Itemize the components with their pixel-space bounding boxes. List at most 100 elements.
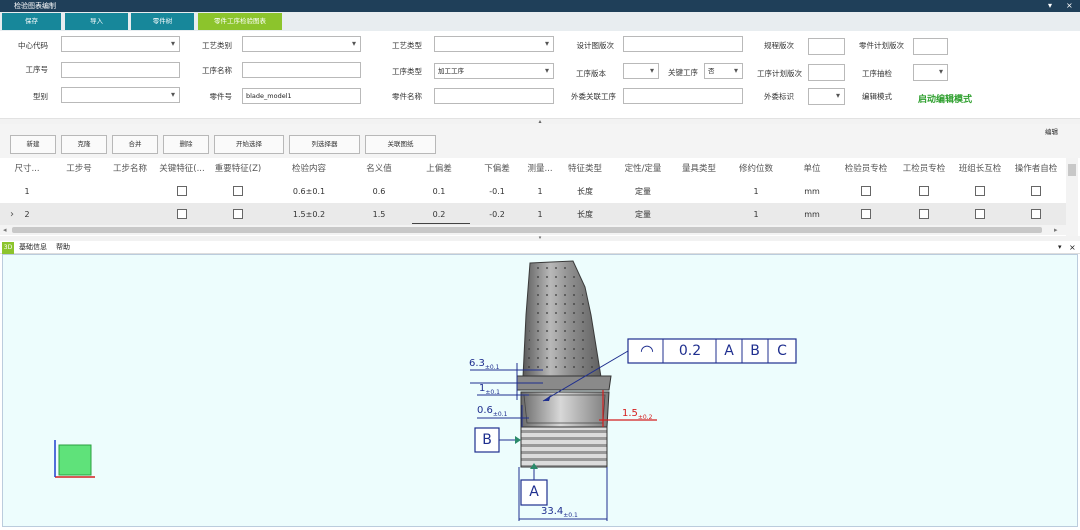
op-version-select[interactable] [623, 63, 659, 79]
column-header[interactable]: 班组长互检 [952, 158, 1008, 180]
table-cell[interactable]: -0.1 [468, 180, 526, 203]
column-header[interactable]: 关键特征(... [156, 158, 208, 180]
center-code-select[interactable] [61, 36, 180, 52]
column-header[interactable]: 操作者自检 [1008, 158, 1064, 180]
table-row[interactable]: 1 0.6±0.1 0.6 0.1 -0.1 1 长度 定量 1 mm [0, 180, 1066, 203]
table-cell[interactable] [670, 203, 728, 226]
scroll-right-icon[interactable]: ▸ [1054, 225, 1058, 235]
row-checkbox[interactable] [975, 209, 985, 219]
tab-basic-info[interactable]: 基础信息 [19, 241, 47, 254]
column-header[interactable]: 名义值 [350, 158, 408, 180]
process-category-select[interactable] [242, 36, 361, 52]
column-header[interactable]: 尺寸... [2, 158, 52, 180]
table-cell[interactable]: 1.5±0.2 [268, 203, 350, 226]
table-cell[interactable]: 1 [728, 180, 784, 203]
grid-horizontal-scrollbar[interactable]: ◂ ▸ [0, 225, 1066, 235]
grid-vertical-scrollbar[interactable] [1066, 158, 1078, 236]
scroll-left-icon[interactable]: ◂ [3, 225, 7, 235]
row-checkbox[interactable] [919, 209, 929, 219]
table-cell[interactable]: -0.2 [468, 203, 526, 226]
start-select-button[interactable]: 开始选择 [214, 135, 284, 154]
table-row[interactable]: › 2 1.5±0.2 1.5 0.2 -0.2 1 长度 定量 1 mm [0, 203, 1066, 226]
column-header[interactable]: 定性/定量 [614, 158, 672, 180]
column-header[interactable]: 重要特征(Z) [210, 158, 266, 180]
tab-3d[interactable]: 3D [2, 242, 14, 254]
row-checkbox[interactable] [919, 186, 929, 196]
column-header[interactable]: 工检员专检 [896, 158, 952, 180]
column-header[interactable]: 量具类型 [670, 158, 728, 180]
op-type-select[interactable]: 加工工序 [434, 63, 554, 79]
link-drawing-button[interactable]: 关联图纸 [365, 135, 436, 154]
row-checkbox[interactable] [1031, 186, 1041, 196]
clone-button[interactable]: 克隆 [61, 135, 107, 154]
op-name-field[interactable] [242, 62, 361, 78]
table-cell[interactable]: 0.6±0.1 [268, 180, 350, 203]
row-checkbox[interactable] [177, 209, 187, 219]
table-cell[interactable]: 1 [728, 203, 784, 226]
row-checkbox[interactable] [233, 186, 243, 196]
start-edit-mode-link[interactable]: 启动编辑模式 [918, 92, 972, 105]
tab-help[interactable]: 帮助 [56, 241, 70, 254]
new-button[interactable]: 新建 [10, 135, 56, 154]
table-cell[interactable]: 长度 [558, 203, 612, 226]
close-icon[interactable]: × [1066, 0, 1073, 12]
column-header[interactable]: 单位 [786, 158, 838, 180]
delete-button[interactable]: 删除 [163, 135, 209, 154]
minimize-icon[interactable]: ▾ [1048, 0, 1052, 12]
table-cell[interactable] [104, 180, 156, 203]
row-checkbox[interactable] [861, 209, 871, 219]
3d-viewport[interactable]: ◠ 0.2 A B C 6.3±0.1 1±0.1 0.6±0.1 1.5±0.… [2, 254, 1078, 527]
table-cell[interactable]: 0.6 [350, 180, 408, 203]
merge-button[interactable]: 合并 [112, 135, 158, 154]
op-sampling-select[interactable] [913, 64, 948, 81]
column-header[interactable]: 特征类型 [558, 158, 612, 180]
row-checkbox[interactable] [177, 186, 187, 196]
part-name-field[interactable] [434, 88, 554, 104]
tab-op-inspection[interactable]: 零件工序检验图表 [198, 13, 282, 30]
table-cell[interactable]: 2 [2, 203, 52, 226]
table-cell[interactable] [670, 180, 728, 203]
table-cell[interactable]: mm [786, 180, 838, 203]
table-cell[interactable]: 1 [522, 180, 558, 203]
pane-close-icon[interactable]: × [1069, 241, 1076, 254]
table-cell[interactable] [56, 180, 102, 203]
table-cell[interactable] [104, 203, 156, 226]
part-no-field[interactable]: blade_model1 [242, 88, 361, 104]
table-cell[interactable]: 1 [2, 180, 52, 203]
column-chooser-button[interactable]: 列选择器 [289, 135, 360, 154]
row-checkbox[interactable] [861, 186, 871, 196]
op-no-field[interactable] [61, 62, 180, 78]
spec-version-field[interactable] [808, 38, 845, 55]
column-header[interactable]: 检验员专检 [838, 158, 894, 180]
key-op-select[interactable]: 否 [704, 63, 743, 79]
scroll-thumb[interactable] [12, 227, 1042, 233]
pane-menu-icon[interactable]: ▾ [1058, 241, 1062, 254]
row-checkbox[interactable] [233, 209, 243, 219]
op-plan-version-field[interactable] [808, 64, 845, 81]
table-cell[interactable]: mm [786, 203, 838, 226]
column-header[interactable]: 测量... [522, 158, 558, 180]
table-cell[interactable]: 定量 [614, 180, 672, 203]
table-cell[interactable]: 1 [522, 203, 558, 226]
tab-import[interactable]: 导入 [65, 13, 128, 30]
column-header[interactable]: 上偏差 [410, 158, 468, 180]
table-cell[interactable]: 长度 [558, 180, 612, 203]
outsource-op-field[interactable] [623, 88, 743, 104]
table-cell[interactable]: 定量 [614, 203, 672, 226]
process-type-select[interactable] [434, 36, 554, 52]
vscroll-thumb[interactable] [1068, 164, 1076, 176]
outsource-flag-select[interactable] [808, 88, 845, 105]
table-cell[interactable] [56, 203, 102, 226]
design-version-field[interactable] [623, 36, 743, 52]
column-header[interactable]: 工步名称 [104, 158, 156, 180]
tab-save[interactable]: 保存 [2, 13, 61, 30]
column-header[interactable]: 检验内容 [268, 158, 350, 180]
column-header[interactable]: 工步号 [56, 158, 102, 180]
model-select[interactable] [61, 87, 180, 103]
row-checkbox[interactable] [975, 186, 985, 196]
table-cell[interactable]: 0.1 [410, 180, 468, 203]
column-header[interactable]: 下偏差 [468, 158, 526, 180]
row-checkbox[interactable] [1031, 209, 1041, 219]
column-header[interactable]: 修约位数 [728, 158, 784, 180]
table-cell[interactable]: 1.5 [350, 203, 408, 226]
